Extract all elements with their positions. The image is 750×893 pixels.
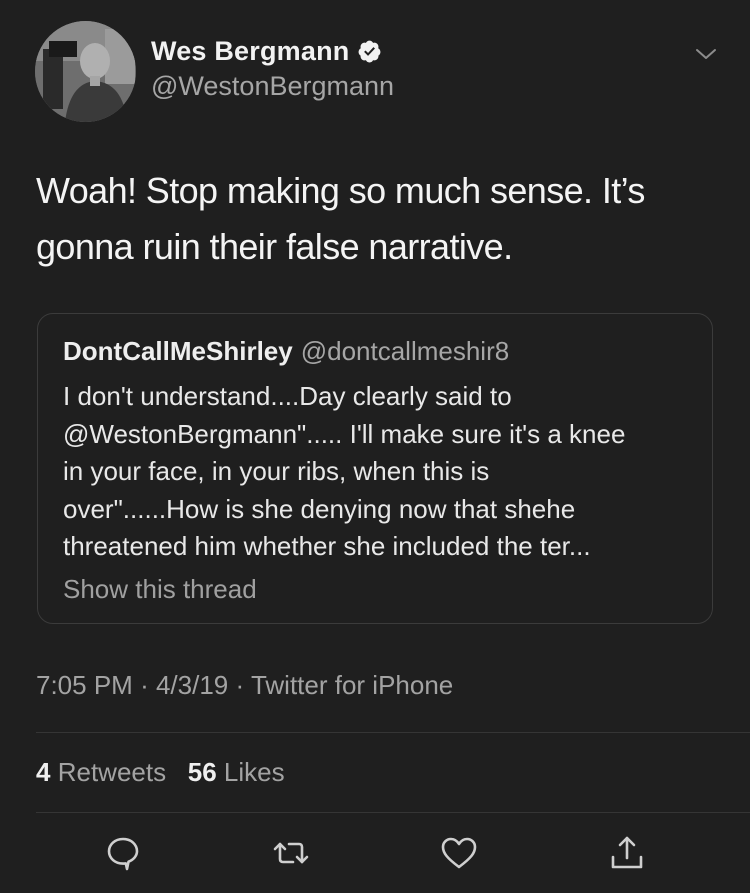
avatar-photo xyxy=(35,21,136,122)
divider xyxy=(36,812,750,813)
quoted-tweet-card[interactable]: DontCallMeShirley @dontcallmeshir8 I don'… xyxy=(37,313,713,624)
retweets-count: 4 xyxy=(36,757,51,787)
verified-badge-icon xyxy=(357,39,382,64)
tweet-source[interactable]: Twitter for iPhone xyxy=(251,670,453,700)
quoted-author-name: DontCallMeShirley xyxy=(63,336,293,366)
quoted-author-handle: @dontcallmeshir8 xyxy=(300,336,510,366)
likes-count: 56 xyxy=(187,757,217,787)
share-icon[interactable] xyxy=(607,833,647,873)
quoted-text-line: over"......How is she denying now that s… xyxy=(63,493,576,524)
tweet-time: 7:05 PM xyxy=(36,670,133,700)
retweet-icon[interactable] xyxy=(271,833,311,873)
author-display-name[interactable]: Wes Bergmann xyxy=(151,36,349,67)
chevron-down-icon[interactable] xyxy=(694,45,718,63)
show-thread-link[interactable]: Show this thread xyxy=(63,574,257,605)
meta-separator: · xyxy=(235,670,245,700)
quoted-text-line: @WestonBergmann"..... I'll make sure it'… xyxy=(63,418,626,449)
retweets-stat[interactable]: 4 Retweets xyxy=(36,757,166,787)
likes-stat[interactable]: 56 Likes xyxy=(188,757,285,787)
tweet-stats: 4 Retweets 56 Likes xyxy=(36,757,285,788)
tweet-meta: 7:05 PM · 4/3/19 · Twitter for iPhone xyxy=(36,670,453,701)
tweet-text: Woah! Stop making so much sense. It’s go… xyxy=(36,170,645,267)
author-name-row[interactable]: Wes Bergmann xyxy=(151,36,382,67)
quoted-text-line: I don't understand....Day clearly said t… xyxy=(63,381,512,411)
avatar[interactable] xyxy=(35,21,136,122)
tweet-date: 4/3/19 xyxy=(155,670,229,700)
reply-icon[interactable] xyxy=(103,833,143,873)
quoted-tweet-text: I don't understand....Day clearly said t… xyxy=(63,378,703,566)
author-handle[interactable]: @WestonBergmann xyxy=(151,71,394,102)
retweets-label: Retweets xyxy=(57,757,167,787)
quoted-text-line: threatened him whether she included the … xyxy=(63,531,591,561)
meta-separator: · xyxy=(140,670,149,700)
quoted-tweet-header: DontCallMeShirley @dontcallmeshir8 xyxy=(63,336,509,367)
quoted-text-line: in your face, in your ribs, when this is xyxy=(63,456,490,486)
likes-label: Likes xyxy=(223,757,285,787)
like-icon[interactable] xyxy=(439,833,479,873)
divider xyxy=(36,732,750,733)
